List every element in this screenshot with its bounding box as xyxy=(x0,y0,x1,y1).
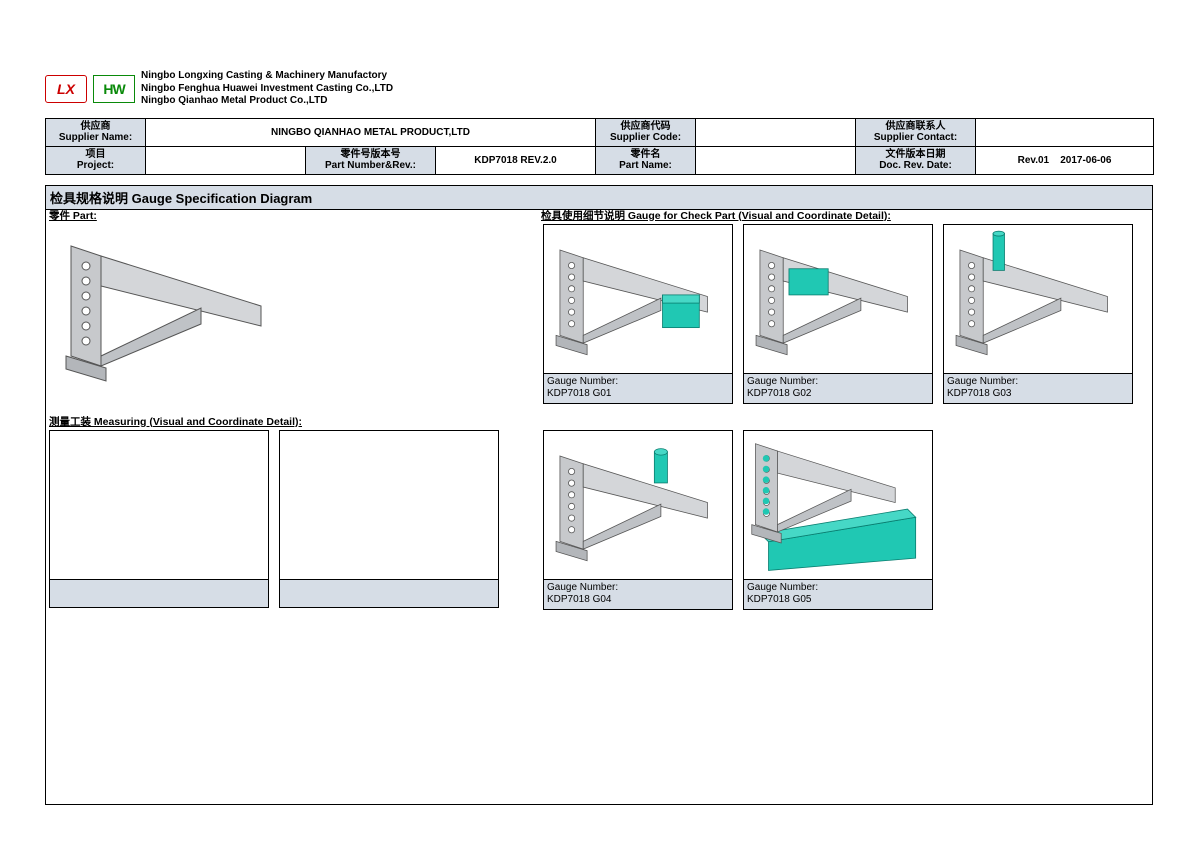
supplier-contact-label: 供应商联系人 Supplier Contact: xyxy=(856,118,976,146)
measuring-card-1 xyxy=(49,430,269,608)
company-line-3: Ningbo Qianhao Metal Product Co.,LTD xyxy=(141,95,393,108)
docrev-label: 文件版本日期 Doc. Rev. Date: xyxy=(856,146,976,174)
logo-row: LX HW Ningbo Longxing Casting & Machiner… xyxy=(45,70,1153,108)
measuring-label: 测量工装 Measuring (Visual and Coordinate De… xyxy=(49,414,302,429)
project-label: 项目 Project: xyxy=(46,146,146,174)
gauge-number-value: KDP7018 G05 xyxy=(747,594,929,607)
supplier-contact-value xyxy=(976,118,1154,146)
supplier-code-label: 供应商代码 Supplier Code: xyxy=(596,118,696,146)
company-line-2: Ningbo Fenghua Huawei Investment Casting… xyxy=(141,83,393,96)
gauge-number-label: Gauge Number: xyxy=(947,376,1129,389)
gauge-number-value: KDP7018 G03 xyxy=(947,388,1129,401)
header-table: 供应商 Supplier Name: NINGBO QIANHAO METAL … xyxy=(45,118,1154,175)
gauge-card-g05: Gauge Number: KDP7018 G05 xyxy=(743,430,933,610)
bracket-icon xyxy=(51,226,281,386)
gauge-number-value: KDP7018 G04 xyxy=(547,594,729,607)
supplier-name-value: NINGBO QIANHAO METAL PRODUCT,LTD xyxy=(146,118,596,146)
gauge-card-g04: Gauge Number: KDP7018 G04 xyxy=(543,430,733,610)
partnum-value: KDP7018 REV.2.0 xyxy=(436,146,596,174)
measuring-card-2 xyxy=(279,430,499,608)
gauge-number-label: Gauge Number: xyxy=(547,582,729,595)
main-content-box: 检具规格说明 Gauge Specification Diagram 零件 Pa… xyxy=(45,185,1153,805)
gauge-card-g01: Gauge Number: KDP7018 G01 xyxy=(543,224,733,404)
project-value xyxy=(146,146,306,174)
company-block: Ningbo Longxing Casting & Machinery Manu… xyxy=(141,70,393,108)
gauge-number-value: KDP7018 G02 xyxy=(747,388,929,401)
gauge-card-g02: Gauge Number: KDP7018 G02 xyxy=(743,224,933,404)
gauge-number-label: Gauge Number: xyxy=(747,582,929,595)
gauge-number-label: Gauge Number: xyxy=(747,376,929,389)
supplier-code-value xyxy=(696,118,856,146)
gauge-card-g03: Gauge Number: KDP7018 G03 xyxy=(943,224,1133,404)
part-image xyxy=(51,226,281,386)
document-page: LX HW Ningbo Longxing Casting & Machiner… xyxy=(45,70,1153,805)
part-label: 零件 Part: xyxy=(49,208,97,223)
supplier-name-label: 供应商 Supplier Name: xyxy=(46,118,146,146)
section-title: 检具规格说明 Gauge Specification Diagram xyxy=(46,186,1152,210)
logo-lx-icon: LX xyxy=(45,75,87,103)
gauge-number-value: KDP7018 G01 xyxy=(547,388,729,401)
partname-label: 零件名 Part Name: xyxy=(596,146,696,174)
gauge-number-label: Gauge Number: xyxy=(547,376,729,389)
gauge-check-label: 检具使用细节说明 Gauge for Check Part (Visual an… xyxy=(541,208,891,223)
logo-hw-icon: HW xyxy=(93,75,135,103)
company-line-1: Ningbo Longxing Casting & Machinery Manu… xyxy=(141,70,393,83)
partnum-label: 零件号版本号 Part Number&Rev.: xyxy=(306,146,436,174)
docrev-value: Rev.01 2017-06-06 xyxy=(976,146,1154,174)
partname-value xyxy=(696,146,856,174)
